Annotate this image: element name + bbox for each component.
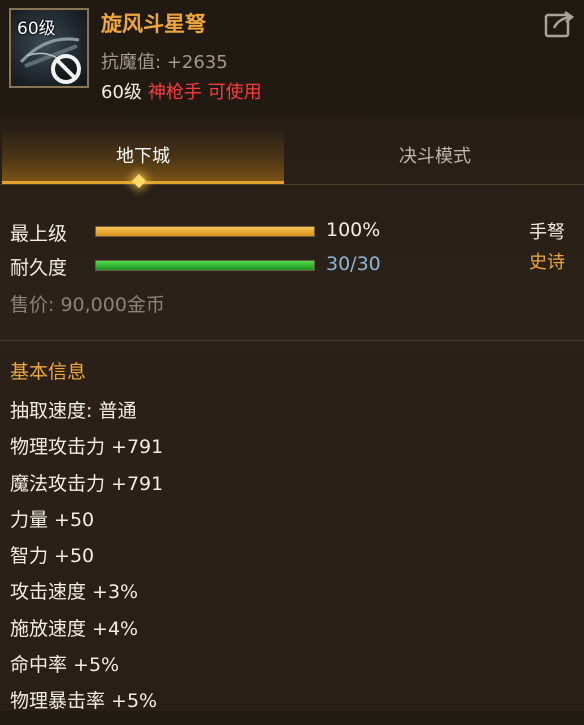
basic-info-list: 抽取速度: 普通 物理攻击力 +791 魔法攻击力 +791 力量 +50 智力… <box>10 398 163 725</box>
grade-value: 100% <box>326 219 381 241</box>
item-level-badge: 60级 <box>17 19 56 39</box>
section-divider <box>0 340 584 341</box>
share-icon[interactable] <box>543 9 575 39</box>
info-line-magic-attack: 魔法攻击力 +791 <box>10 472 164 495</box>
info-line-draw-speed: 抽取速度: 普通 <box>10 400 137 422</box>
required-level: 60级 <box>101 82 142 103</box>
item-name: 旋风斗星弩 <box>101 12 206 36</box>
forbidden-icon <box>51 54 81 84</box>
basic-info-title: 基本信息 <box>10 361 87 383</box>
durability-bar <box>95 260 315 271</box>
item-tooltip: 60级 旋风斗星弩 抗魔值: +2635 60级 神枪手 可使用 地下城 决斗模式… <box>0 0 584 712</box>
item-icon-frame: 60级 <box>9 8 89 88</box>
item-header: 60级 旋风斗星弩 抗魔值: +2635 60级 神枪手 可使用 <box>0 0 584 118</box>
item-magic-resist: 抗魔值: +2635 <box>101 52 228 73</box>
info-line-physical-crit: 物理暴击率 +5% <box>10 690 158 713</box>
item-requirement: 60级 神枪手 可使用 <box>101 78 262 104</box>
sell-price: 售价: 90,000金币 <box>10 294 165 316</box>
durability-label: 耐久度 <box>10 257 68 279</box>
grade-label: 最上级 <box>10 223 68 245</box>
durability-bar-fill <box>96 261 314 270</box>
grade-bar <box>95 226 315 237</box>
info-line-cast-speed: 施放速度 +4% <box>10 617 139 640</box>
info-line-hit-rate: 命中率 +5% <box>10 654 120 677</box>
tab-duel-mode[interactable]: 决斗模式 <box>288 130 582 184</box>
mode-tabs: 地下城 决斗模式 <box>0 130 584 185</box>
durability-value: 30/30 <box>326 253 381 275</box>
info-line-intelligence: 智力 +50 <box>10 545 95 568</box>
weapon-type: 手弩 <box>529 222 565 243</box>
info-line-physical-attack: 物理攻击力 +791 <box>10 436 164 459</box>
rarity-tag: 史诗 <box>529 252 565 273</box>
info-line-attack-speed: 攻击速度 +3% <box>10 581 139 604</box>
tab-dungeon[interactable]: 地下城 <box>2 130 284 184</box>
grade-bar-fill <box>96 227 314 236</box>
required-class: 神枪手 可使用 <box>147 82 262 103</box>
info-line-strength: 力量 +50 <box>10 508 95 531</box>
